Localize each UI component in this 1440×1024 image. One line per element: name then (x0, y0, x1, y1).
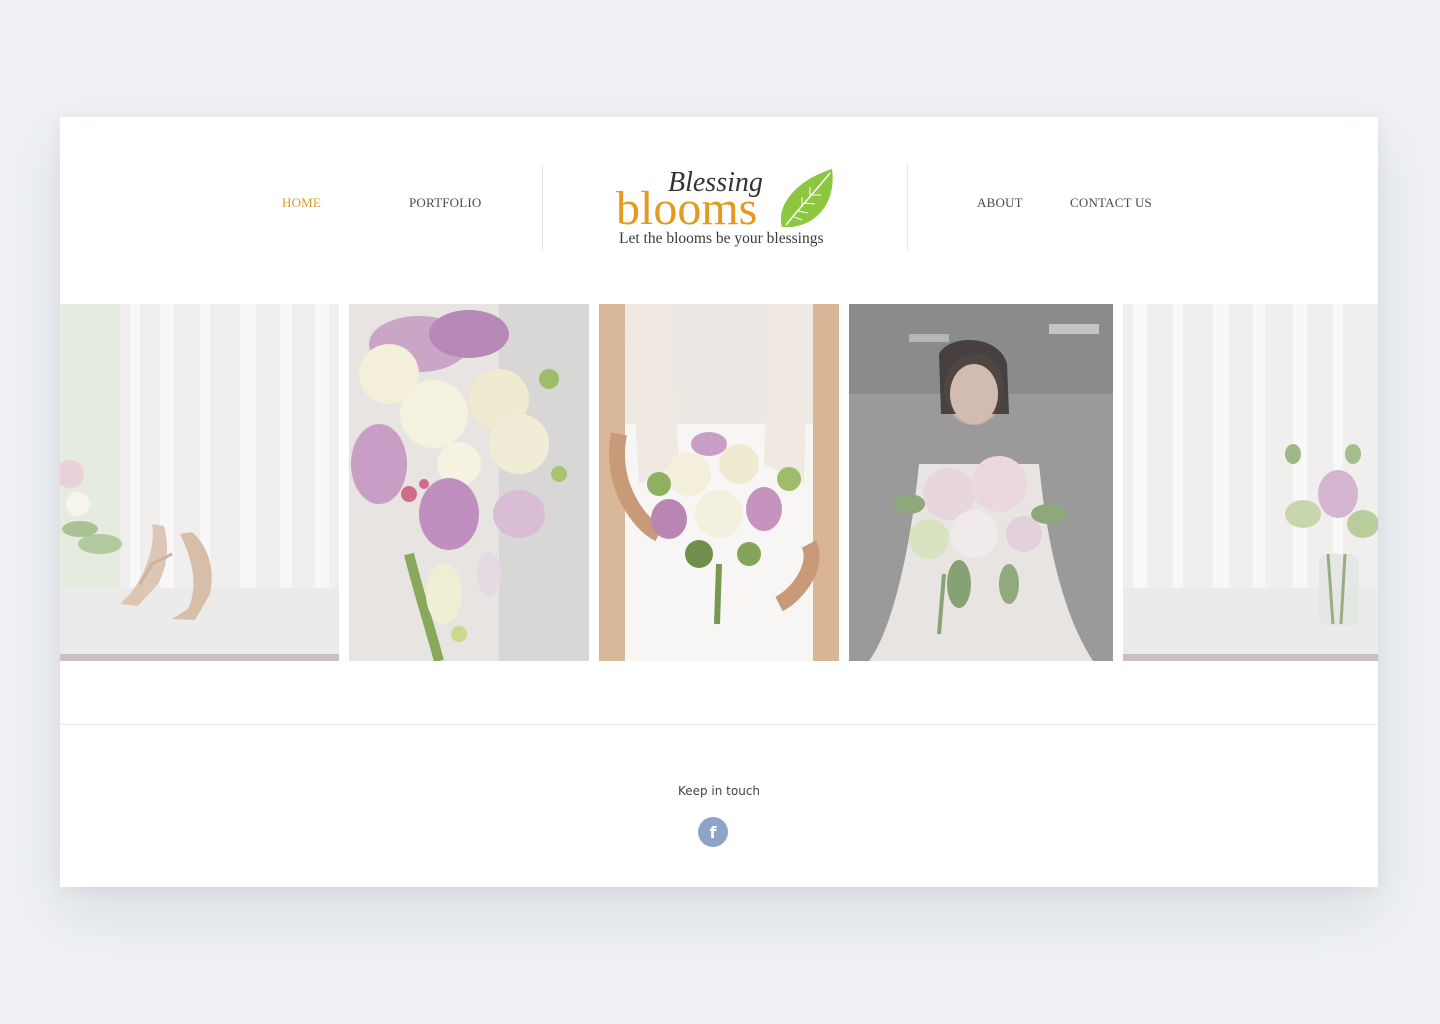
photo-shoes-image (60, 304, 339, 661)
gallery-photo-cascade-bouquet[interactable] (349, 304, 589, 661)
gallery-photo-bride-portrait[interactable] (849, 304, 1113, 661)
keep-in-touch-text: Keep in touch (677, 784, 761, 798)
gallery-photo-bride-bouquet[interactable] (599, 304, 839, 661)
nav-portfolio[interactable]: PORTFOLIO (409, 195, 482, 211)
logo-script-word: Blessing (668, 167, 763, 198)
site-logo[interactable]: blooms Blessing Let the blooms be your b… (616, 167, 836, 251)
facebook-glyph: f (709, 823, 717, 842)
footer-divider (60, 724, 1378, 725)
nav-divider-right (907, 163, 908, 251)
logo-graphic: blooms Blessing Let the blooms be your b… (616, 167, 833, 247)
gallery-photo-shoes[interactable] (60, 304, 339, 661)
nav-divider-left (542, 163, 543, 251)
nav-home[interactable]: HOME (282, 195, 321, 211)
photo-bride-portrait-image (849, 304, 1113, 661)
site-card: HOME PORTFOLIO blooms Blessing Let the b… (60, 117, 1378, 887)
facebook-icon[interactable]: f (698, 817, 728, 847)
photo-vase-image (1123, 304, 1378, 661)
nav-about[interactable]: ABOUT (977, 195, 1023, 211)
photo-bride-bouquet-image (599, 304, 839, 661)
nav-contact-us[interactable]: CONTACT US (1070, 195, 1152, 211)
logo-tagline: Let the blooms be your blessings (619, 230, 824, 247)
leaf-icon (780, 169, 833, 227)
photo-gallery (60, 304, 1378, 661)
gallery-photo-vase[interactable] (1123, 304, 1378, 661)
photo-cascade-bouquet-image (349, 304, 589, 661)
